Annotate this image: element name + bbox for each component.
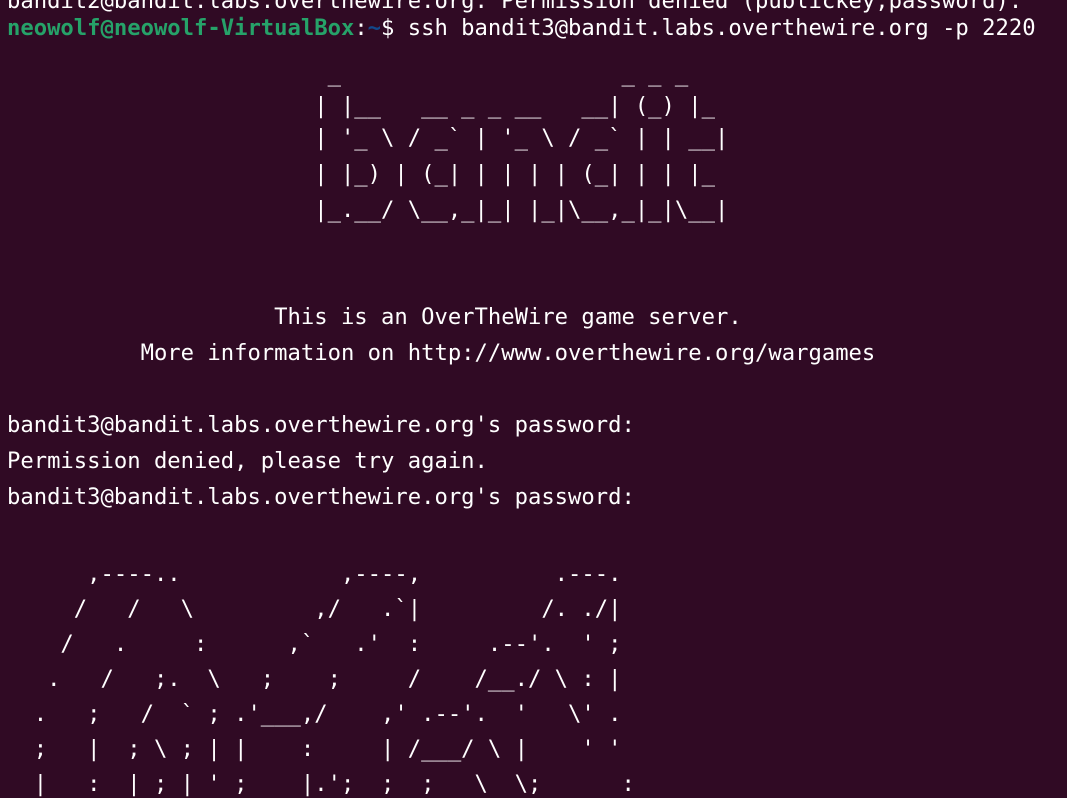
session-output-line: bandit3@bandit.labs.overthewire.org's pa…: [7, 412, 635, 438]
typed-command: ssh bandit3@bandit.labs.overthewire.org …: [407, 15, 1036, 41]
prompt-symbol: $: [381, 15, 408, 41]
prompt-user-host: neowolf@neowolf-VirtualBox: [7, 15, 355, 41]
bandit-banner-line: | '_ \ / _` | '_ \ / _` | | __|: [7, 125, 729, 151]
server-info-line: More information on http://www.overthewi…: [7, 340, 876, 366]
session-output-line: Permission denied, please try again.: [7, 448, 488, 474]
otw-art-line: / . : ,` .' : .--'. ' ;: [7, 631, 622, 657]
bandit-banner-line: | |__ __ _ _ __ __| (_) |_: [7, 93, 715, 119]
bandit-banner-line: |_.__/ \__,_|_| |_|\__,_|_|\__|: [7, 197, 729, 223]
prompt-cwd: ~: [367, 15, 382, 41]
bandit-banner-line: | |_) | (_| | | | | (_| | | |_: [7, 161, 715, 187]
otw-art-line: ,----.. ,----, .---.: [7, 561, 622, 587]
otw-art-line: . / ;. \ ; ; / /__./ \ : |: [7, 666, 622, 692]
session-output-line: bandit3@bandit.labs.overthewire.org's pa…: [7, 484, 635, 510]
bandit-banner-line: _ _ _ _: [7, 61, 689, 87]
otw-art-line: | : | ; | ' ; |.'; ; ; \ \; :: [7, 771, 635, 797]
terminal-prompt-line: neowolf@neowolf-VirtualBox:~$ ssh bandit…: [7, 10, 1036, 46]
server-info-line: This is an OverTheWire game server.: [7, 304, 742, 330]
otw-art-line: ; | ; \ ; | | : | /___/ \ | ' ': [7, 736, 622, 762]
prompt-separator: :: [354, 15, 368, 41]
terminal-window[interactable]: bandit2@bandit.labs.overthewire.org: Per…: [0, 0, 1067, 798]
otw-art-line: . ; / ` ; .'___,/ ,' .--'. ' \' .: [7, 701, 622, 727]
otw-art-line: / / \ ,/ .`| /. ./|: [7, 596, 622, 622]
